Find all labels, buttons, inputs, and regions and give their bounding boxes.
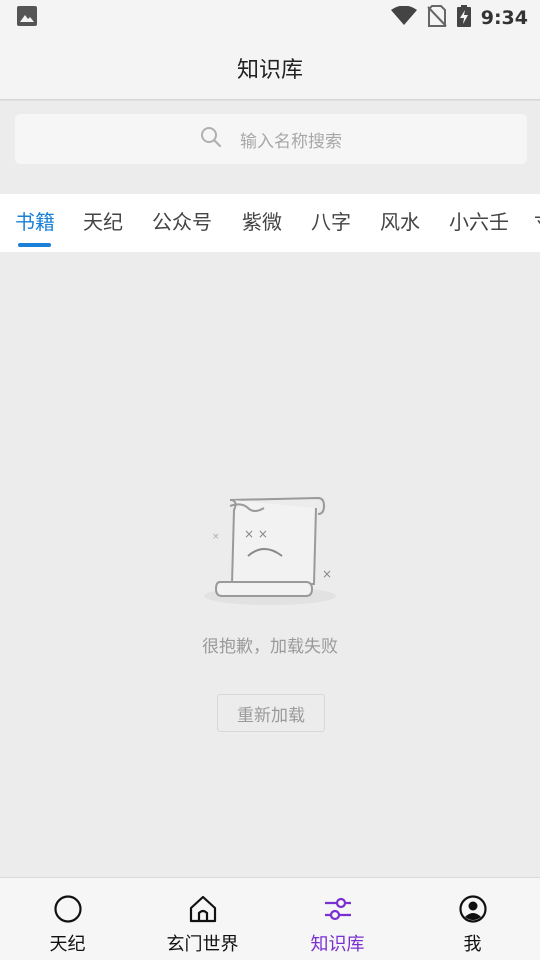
home-icon — [188, 894, 218, 924]
tab-partial[interactable]: 寸 — [534, 194, 540, 252]
reload-button[interactable]: 重新加载 — [217, 694, 325, 732]
error-message: 很抱歉，加载失败 — [202, 637, 338, 657]
user-circle-icon — [458, 894, 488, 924]
page-title: 知识库 — [236, 57, 303, 83]
svg-text:×: × — [322, 567, 332, 581]
status-icons: 9:34 — [390, 5, 528, 31]
nav-item-knowledge-base[interactable]: 知识库 — [270, 878, 405, 960]
status-time: 9:34 — [480, 7, 528, 29]
app-bar: 知识库 — [0, 36, 540, 100]
search-placeholder: 输入名称搜索 — [240, 131, 342, 152]
circle-icon — [53, 894, 83, 924]
battery-charging-icon — [456, 5, 471, 31]
category-tabs: 书籍 天纪 公众号 紫微 八字 风水 小六壬 寸 — [0, 194, 540, 252]
svg-text:× ×: × × — [244, 527, 268, 541]
search-icon — [200, 126, 222, 152]
nav-item-xuanmen-world[interactable]: 玄门世界 — [135, 878, 270, 960]
search-input[interactable]: 输入名称搜索 — [15, 114, 527, 164]
sad-scroll-illustration: × × × × — [200, 492, 340, 616]
tab-ziwei[interactable]: 紫微 — [242, 194, 282, 252]
wifi-icon — [390, 5, 417, 30]
nav-item-me[interactable]: 我 — [405, 878, 540, 960]
active-tab-indicator — [18, 243, 51, 247]
status-bar: 9:34 — [0, 0, 540, 36]
tab-bazi[interactable]: 八字 — [311, 194, 351, 252]
search-area: 输入名称搜索 — [0, 101, 540, 194]
tab-tianji[interactable]: 天纪 — [83, 194, 123, 252]
image-notification-icon — [16, 5, 38, 31]
tab-fengshui[interactable]: 风水 — [380, 194, 420, 252]
svg-text:×: × — [212, 532, 220, 542]
nav-label-me: 我 — [463, 934, 482, 955]
sliders-icon — [323, 894, 353, 924]
bottom-nav: 天纪 玄门世界 知识库 我 — [0, 877, 540, 960]
tab-xiaoliuren[interactable]: 小六壬 — [449, 194, 509, 252]
nav-label-tianji: 天纪 — [49, 934, 86, 955]
tab-official-accounts[interactable]: 公众号 — [152, 194, 212, 252]
content-area: × × × × 很抱歉，加载失败 重新加载 — [0, 252, 540, 877]
nav-label-knowledge-base: 知识库 — [310, 934, 365, 955]
nav-item-tianji[interactable]: 天纪 — [0, 878, 135, 960]
nav-label-xuanmen-world: 玄门世界 — [166, 934, 239, 955]
no-sim-icon — [427, 5, 447, 31]
